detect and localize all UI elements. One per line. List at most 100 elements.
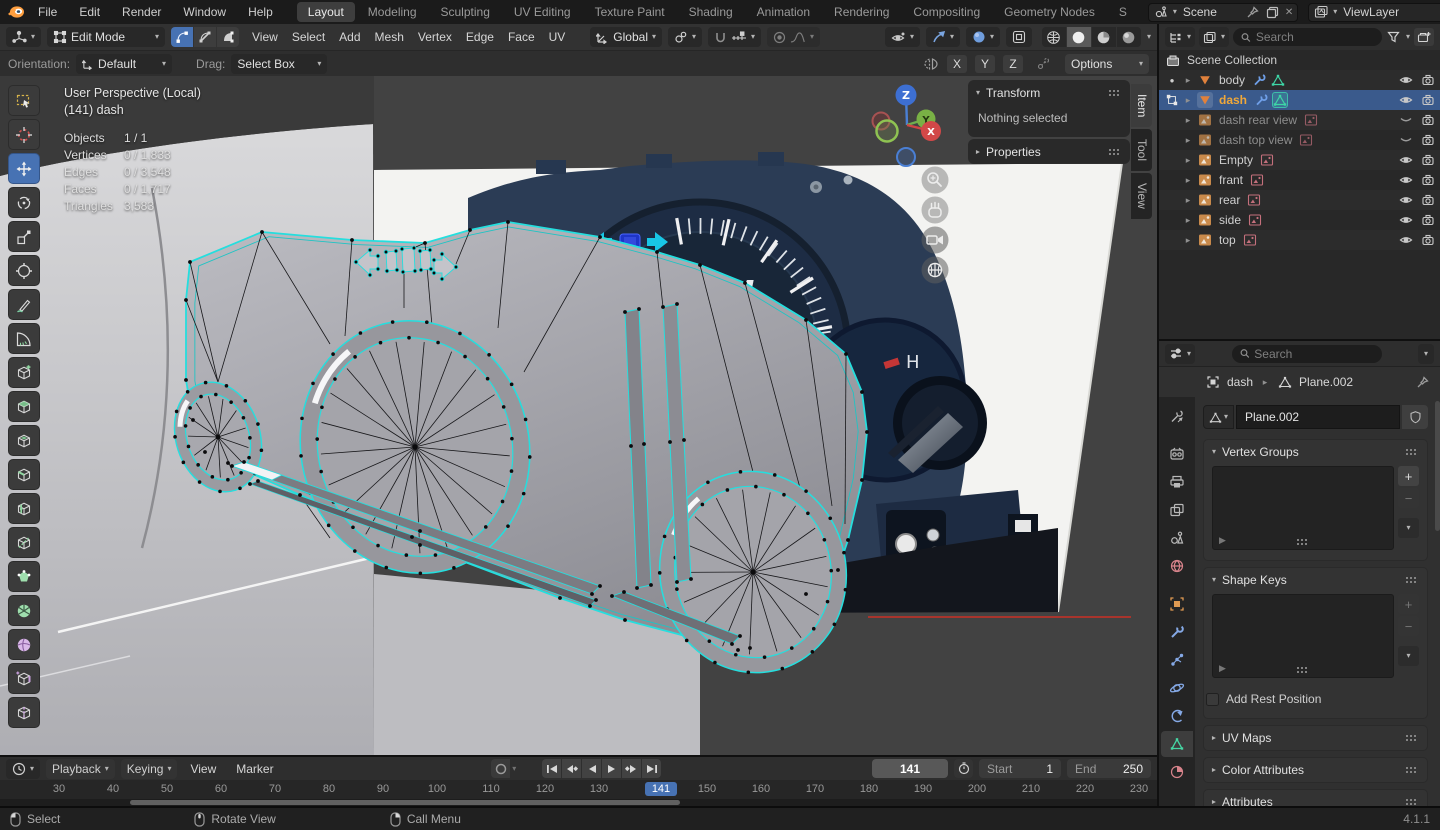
loop-cut-tool[interactable]	[8, 493, 40, 524]
spin-tool[interactable]	[8, 595, 40, 626]
mirror-x-toggle[interactable]: X	[947, 54, 967, 73]
next-keyframe-button[interactable]	[622, 759, 642, 778]
outliner-row-dash[interactable]: ▸ dash	[1159, 90, 1440, 110]
transform-orientation-dropdown[interactable]: Global ▾	[590, 27, 662, 47]
add-cube-tool[interactable]	[8, 357, 40, 388]
tab-world-properties[interactable]	[1161, 553, 1193, 579]
smooth-tool[interactable]	[8, 629, 40, 660]
unlink-scene-icon[interactable]: ✕	[1285, 7, 1293, 18]
properties-editor-type-button[interactable]: ▾	[1165, 343, 1196, 364]
tab-view[interactable]: View	[1131, 173, 1152, 220]
new-collection-icon[interactable]	[1414, 28, 1434, 46]
pan-button[interactable]	[921, 196, 949, 224]
eye-closed-icon[interactable]	[1398, 112, 1414, 128]
drag-handle-icon[interactable]	[1108, 88, 1122, 97]
play-reverse-button[interactable]	[582, 759, 602, 778]
tab-rendering[interactable]: Rendering	[823, 2, 900, 22]
current-frame-field[interactable]: 141	[872, 759, 949, 778]
expand-chevron-icon[interactable]: ▸	[1182, 75, 1194, 86]
edge-slide-tool[interactable]	[8, 663, 40, 694]
mode-dropdown[interactable]: Edit Mode ▾	[47, 27, 166, 47]
timeline-editor-type-button[interactable]: ▾	[6, 758, 41, 779]
drag-handle-icon[interactable]	[1405, 448, 1419, 456]
tab-viewlayer-properties[interactable]	[1161, 497, 1193, 523]
outliner-editor-type-button[interactable]: ▾	[1165, 27, 1196, 47]
tab-constraint-properties[interactable]	[1161, 703, 1193, 729]
drag-handle-icon[interactable]	[1405, 798, 1419, 806]
vertex-groups-list[interactable]: ▶	[1212, 466, 1394, 550]
drag-handle-icon[interactable]	[1405, 766, 1419, 774]
knife-tool[interactable]	[8, 527, 40, 558]
timeline-scrollbar-thumb[interactable]	[130, 800, 680, 805]
bevel-tool[interactable]	[8, 459, 40, 490]
play-button[interactable]	[602, 759, 622, 778]
remove-shape-key-button[interactable]: −	[1398, 616, 1419, 636]
tab-particle-properties[interactable]	[1161, 647, 1193, 673]
pivot-point-dropdown[interactable]: ▾	[668, 27, 703, 47]
keying-dropdown[interactable]: Keying ▾	[120, 758, 178, 779]
blender-logo-icon[interactable]	[6, 2, 26, 22]
perspective-toggle-button[interactable]	[921, 256, 949, 284]
menu-select[interactable]: Select	[285, 27, 332, 47]
expand-chevron-icon[interactable]: ▸	[1182, 95, 1194, 106]
camera-visibility-icon[interactable]	[1420, 192, 1436, 208]
tab-object-properties[interactable]	[1161, 591, 1193, 617]
snap-toggle[interactable]: ▾	[708, 27, 762, 47]
playback-dropdown[interactable]: Playback ▾	[46, 758, 115, 779]
rotate-tool[interactable]	[8, 187, 40, 218]
camera-visibility-icon[interactable]	[1420, 92, 1436, 108]
zoom-button[interactable]	[921, 166, 949, 194]
eye-icon[interactable]	[1398, 232, 1414, 248]
tab-physics-properties[interactable]	[1161, 675, 1193, 701]
tab-layout[interactable]: Layout	[296, 2, 355, 22]
menu-help[interactable]: Help	[238, 2, 283, 22]
select-box-tool[interactable]	[8, 85, 40, 116]
outliner-row-dash-top-view[interactable]: ▸ dash top view	[1159, 130, 1440, 150]
menu-face[interactable]: Face	[501, 27, 542, 47]
fake-user-shield-icon[interactable]	[1402, 405, 1428, 429]
gizmos-dropdown[interactable]: ▾	[925, 27, 960, 47]
tab-render-properties[interactable]	[1161, 441, 1193, 467]
list-resize-handle[interactable]	[1296, 666, 1310, 674]
menu-view[interactable]: View	[245, 27, 285, 47]
start-frame-field[interactable]: Start 1	[979, 759, 1062, 778]
end-frame-field[interactable]: End 250	[1067, 759, 1152, 778]
shape-key-specials-button[interactable]: ▾	[1398, 646, 1419, 666]
camera-visibility-icon[interactable]	[1420, 172, 1436, 188]
jump-to-end-button[interactable]	[642, 759, 662, 778]
jump-to-start-button[interactable]	[542, 759, 562, 778]
viewlayer-selector[interactable]: ▾ ViewLayer ✕	[1308, 2, 1440, 22]
eye-icon[interactable]	[1398, 212, 1414, 228]
annotate-tool[interactable]	[8, 289, 40, 320]
outliner-row-side[interactable]: ▸ side	[1159, 210, 1440, 230]
overlays-dropdown[interactable]: ▾	[965, 27, 1000, 47]
rip-region-tool[interactable]	[8, 697, 40, 728]
scale-tool[interactable]	[8, 221, 40, 252]
face-select-button[interactable]	[217, 27, 240, 47]
measure-tool[interactable]	[8, 323, 40, 354]
list-expand-icon[interactable]: ▶	[1219, 663, 1226, 674]
outliner-row-dash-rear-view[interactable]: ▸ dash rear view	[1159, 110, 1440, 130]
tab-material-properties[interactable]	[1161, 759, 1193, 785]
menu-add[interactable]: Add	[332, 27, 367, 47]
solid-shading-button[interactable]	[1066, 27, 1091, 47]
camera-visibility-icon[interactable]	[1420, 112, 1436, 128]
tab-data-properties[interactable]	[1161, 731, 1193, 757]
tab-shading[interactable]: Shading	[678, 2, 744, 22]
shape-keys-list[interactable]: ▶	[1212, 594, 1394, 678]
tab-sculpting[interactable]: Sculpting	[430, 2, 501, 22]
camera-view-button[interactable]	[921, 226, 949, 254]
add-vertex-group-button[interactable]: +	[1398, 466, 1419, 486]
add-shape-key-button[interactable]: +	[1398, 594, 1419, 614]
rendered-shading-button[interactable]	[1116, 27, 1141, 47]
orientation-setting-dropdown[interactable]: Default ▾	[76, 53, 173, 74]
current-frame-indicator[interactable]: 141	[645, 782, 677, 796]
expand-chevron-icon[interactable]: ▸	[1182, 235, 1194, 246]
tab-compositing[interactable]: Compositing	[902, 2, 991, 22]
list-resize-handle[interactable]	[1296, 538, 1310, 546]
menu-window[interactable]: Window	[173, 2, 236, 22]
properties-scrollbar[interactable]	[1435, 401, 1440, 531]
mirror-z-toggle[interactable]: Z	[1003, 54, 1023, 73]
search-input[interactable]	[1255, 30, 1374, 44]
outliner-row-top[interactable]: ▸ top	[1159, 230, 1440, 250]
